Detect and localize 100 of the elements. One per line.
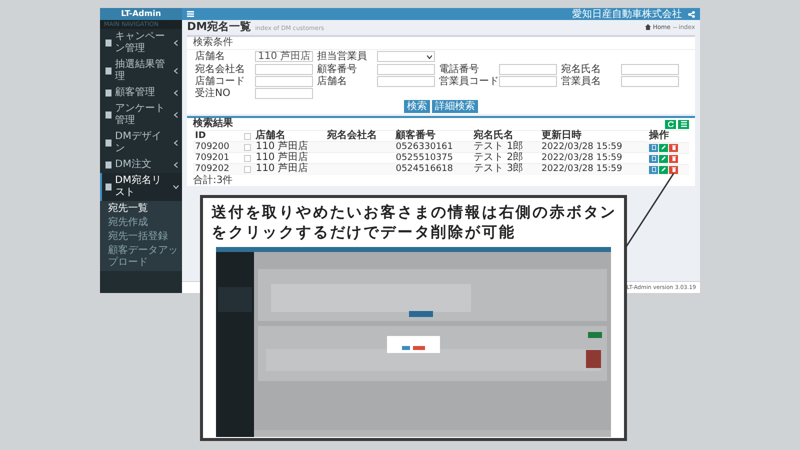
column-header: 操作 xyxy=(649,130,670,142)
chevron-left-icon xyxy=(173,90,179,96)
field-label: 店舗名 xyxy=(195,51,226,62)
sidebar-item[interactable]: 抽選結果管理 xyxy=(100,57,182,85)
column-header: 宛名氏名 xyxy=(474,130,514,141)
column-header: 顧客番号 xyxy=(396,130,436,141)
field-label: 店舗名 xyxy=(317,76,348,87)
document-icon xyxy=(652,145,656,150)
field-label: 顧客番号 xyxy=(317,64,358,75)
document-icon xyxy=(105,89,112,97)
document-icon xyxy=(105,67,112,75)
document-icon xyxy=(105,39,112,47)
share-icon[interactable] xyxy=(688,10,695,18)
input-field[interactable] xyxy=(499,64,557,75)
input-field[interactable] xyxy=(255,76,313,87)
checkbox[interactable] xyxy=(244,144,251,150)
search-button[interactable]: 詳細検索 xyxy=(432,100,478,113)
field-label: 宛名会社名 xyxy=(195,64,246,75)
input-field[interactable] xyxy=(621,76,679,87)
input-field[interactable] xyxy=(377,76,435,87)
table-cell: 0526330161 xyxy=(396,142,453,152)
total-count: 合計:3件 xyxy=(192,174,234,186)
column-header: 更新日時 xyxy=(542,130,582,141)
delete-button[interactable] xyxy=(669,144,678,152)
caret-icon xyxy=(427,54,432,58)
table-cell: 0525510375 xyxy=(396,153,453,163)
chevron-left-icon xyxy=(173,40,179,46)
submenu-item[interactable]: 顧客データアップロード xyxy=(100,244,182,270)
table-cell: 709202 xyxy=(195,164,230,174)
table-cell: 709200 xyxy=(195,142,230,152)
field-label: 担当営業員 xyxy=(317,51,368,62)
view-button[interactable] xyxy=(649,154,658,162)
sidebar-item[interactable]: DMデザイン xyxy=(100,129,182,157)
column-header: 宛名会社名 xyxy=(327,130,378,141)
delete-button[interactable] xyxy=(669,166,678,174)
table-cell: 110 芦田店 xyxy=(256,163,308,174)
table-cell: 709201 xyxy=(195,153,230,163)
table-cell: 2022/03/28 15:59 xyxy=(542,164,622,174)
field-label: 営業員名 xyxy=(561,76,602,87)
edit-button[interactable] xyxy=(659,154,668,162)
input-field[interactable] xyxy=(621,64,679,75)
input-field[interactable] xyxy=(255,88,313,99)
sidebar-item[interactable]: DM宛名リスト xyxy=(100,173,182,201)
checkbox[interactable] xyxy=(244,154,251,162)
pencil-icon xyxy=(661,156,666,161)
checkbox[interactable] xyxy=(244,166,251,173)
sidebar-item[interactable]: キャンペーン管理 xyxy=(100,29,182,57)
input-field[interactable] xyxy=(499,76,557,87)
sidebar-item[interactable]: DM注文 xyxy=(100,157,182,173)
document-icon xyxy=(105,161,112,169)
search-button[interactable]: 検索 xyxy=(404,100,430,113)
callout-text: 送付を取りやめたいお客さまの情報は右側の赤ボタンをクリックするだけでデータ削除が可能 xyxy=(210,202,618,242)
document-icon xyxy=(105,111,112,119)
column-header: ID xyxy=(195,131,206,141)
table-cell: テスト 1郎 xyxy=(474,141,524,152)
sidebar-item[interactable]: 顧客管理 xyxy=(100,85,182,101)
home-icon xyxy=(644,24,651,30)
company-name: 愛知日産自動車株式会社 xyxy=(572,8,682,20)
field-label: 受注NO xyxy=(195,88,232,99)
chevron-down-icon xyxy=(173,184,179,190)
submenu-item[interactable]: 宛先一覧 xyxy=(100,202,182,216)
delete-button[interactable] xyxy=(669,154,678,162)
chevron-left-icon xyxy=(173,112,179,118)
trash-icon xyxy=(672,145,676,150)
page-title: DM宛名一覧 xyxy=(187,21,252,33)
refresh-button[interactable] xyxy=(665,120,676,128)
sidebar-item[interactable]: アンケート管理 xyxy=(100,101,182,129)
field-label: 宛名氏名 xyxy=(561,64,602,75)
view-button[interactable] xyxy=(649,166,658,174)
checkbox[interactable] xyxy=(244,132,251,140)
trash-icon xyxy=(672,156,676,161)
input-field[interactable] xyxy=(255,64,313,75)
document-icon xyxy=(105,183,112,191)
trash-icon xyxy=(672,167,676,172)
field-label: 店舗コード xyxy=(195,76,246,87)
table-cell: 110 芦田店 xyxy=(256,141,308,152)
input-field[interactable] xyxy=(377,64,435,75)
column-header: 店舗名 xyxy=(256,130,286,141)
select-field[interactable]: 110 芦田店 xyxy=(255,51,313,62)
select-field[interactable] xyxy=(377,51,435,62)
document-icon xyxy=(652,156,656,161)
table-cell: 2022/03/28 15:59 xyxy=(542,153,622,163)
table-cell: 110 芦田店 xyxy=(256,152,308,163)
chevron-left-icon xyxy=(173,68,179,74)
submenu-item[interactable]: 宛先一括登録 xyxy=(100,230,182,244)
table-cell: テスト 2郎 xyxy=(474,152,524,163)
submenu-item[interactable]: 宛先作成 xyxy=(100,216,182,230)
field-label: 電話番号 xyxy=(439,64,480,75)
edit-button[interactable] xyxy=(659,166,668,174)
app-logo: LT-Admin xyxy=(120,9,162,19)
refresh-icon xyxy=(668,121,674,127)
field-label: 営業員コード xyxy=(439,76,499,87)
list-icon xyxy=(680,121,686,127)
edit-button[interactable] xyxy=(659,144,668,152)
pencil-icon xyxy=(661,167,666,172)
table-cell: 2022/03/28 15:59 xyxy=(542,142,622,152)
table-cell: 0524516618 xyxy=(396,164,453,174)
view-button[interactable] xyxy=(649,144,658,152)
menu-icon[interactable] xyxy=(187,11,194,17)
list-button[interactable] xyxy=(678,120,689,128)
